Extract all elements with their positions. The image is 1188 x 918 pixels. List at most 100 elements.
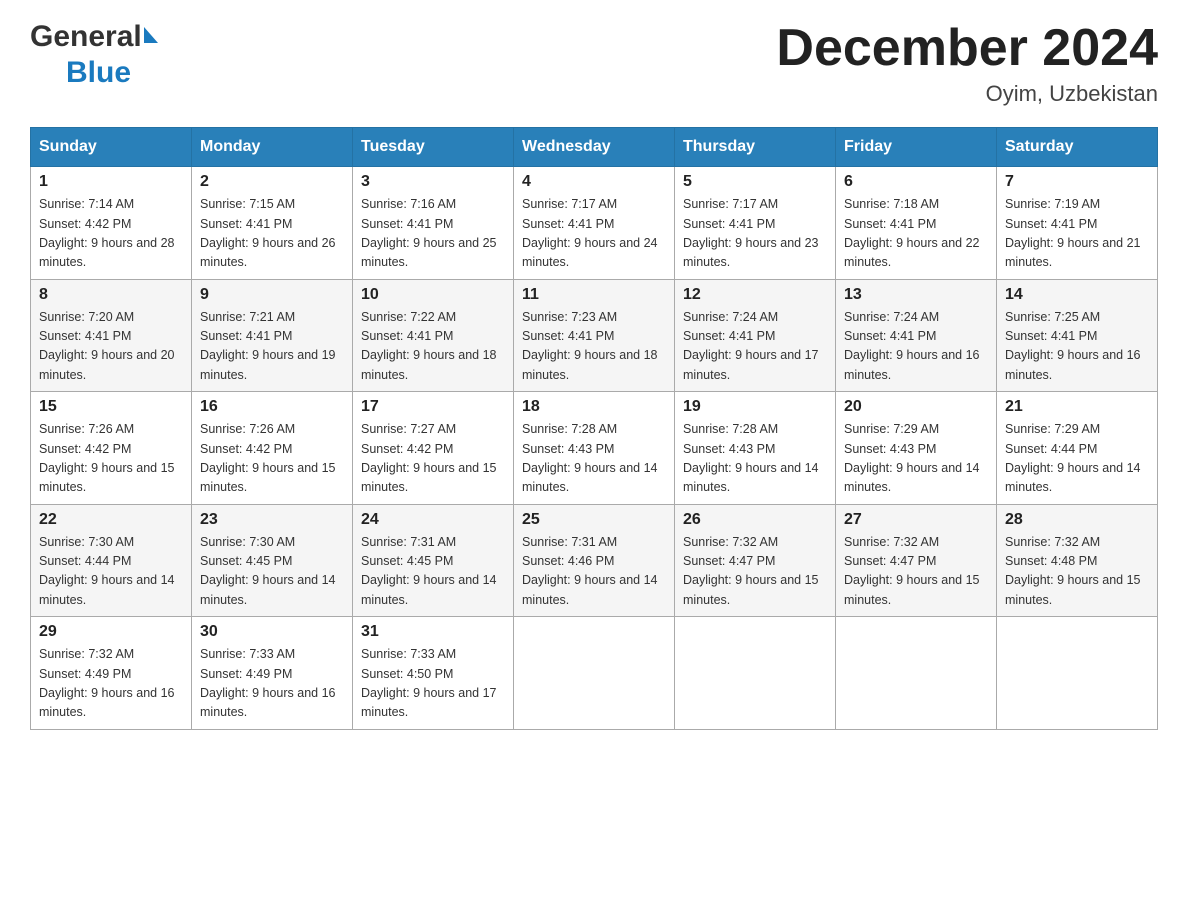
calendar-cell: 1 Sunrise: 7:14 AMSunset: 4:42 PMDaylight… (31, 167, 192, 280)
day-info: Sunrise: 7:17 AMSunset: 4:41 PMDaylight:… (522, 195, 666, 273)
day-number: 25 (522, 511, 666, 529)
day-number: 6 (844, 173, 988, 191)
logo-blue-text: Blue (30, 56, 131, 90)
day-info: Sunrise: 7:21 AMSunset: 4:41 PMDaylight:… (200, 308, 344, 386)
day-number: 15 (39, 398, 183, 416)
day-number: 13 (844, 286, 988, 304)
day-number: 2 (200, 173, 344, 191)
day-number: 8 (39, 286, 183, 304)
calendar-cell: 11 Sunrise: 7:23 AMSunset: 4:41 PMDayligh… (514, 279, 675, 392)
day-number: 28 (1005, 511, 1149, 529)
weekday-header-row: SundayMondayTuesdayWednesdayThursdayFrid… (31, 128, 1158, 167)
day-info: Sunrise: 7:32 AMSunset: 4:48 PMDaylight:… (1005, 533, 1149, 611)
calendar-cell: 6 Sunrise: 7:18 AMSunset: 4:41 PMDaylight… (836, 167, 997, 280)
calendar-cell: 30 Sunrise: 7:33 AMSunset: 4:49 PMDayligh… (192, 617, 353, 730)
calendar-cell: 29Sunrise: 7:32 AMSunset: 4:49 PMDayligh… (31, 617, 192, 730)
logo: General Blue (30, 20, 158, 90)
calendar-cell: 5 Sunrise: 7:17 AMSunset: 4:41 PMDaylight… (675, 167, 836, 280)
calendar-cell: 10 Sunrise: 7:22 AMSunset: 4:41 PMDayligh… (353, 279, 514, 392)
day-info: Sunrise: 7:24 AMSunset: 4:41 PMDaylight:… (683, 308, 827, 386)
day-number: 18 (522, 398, 666, 416)
calendar-cell: 4 Sunrise: 7:17 AMSunset: 4:41 PMDaylight… (514, 167, 675, 280)
calendar-cell: 14 Sunrise: 7:25 AMSunset: 4:41 PMDayligh… (997, 279, 1158, 392)
day-info: Sunrise: 7:23 AMSunset: 4:41 PMDaylight:… (522, 308, 666, 386)
day-info: Sunrise: 7:33 AMSunset: 4:50 PMDaylight:… (361, 645, 505, 723)
weekday-header-friday: Friday (836, 128, 997, 167)
weekday-header-saturday: Saturday (997, 128, 1158, 167)
logo-arrow-icon (144, 27, 158, 43)
calendar-cell: 19Sunrise: 7:28 AMSunset: 4:43 PMDayligh… (675, 392, 836, 505)
calendar-week-row: 15 Sunrise: 7:26 AMSunset: 4:42 PMDayligh… (31, 392, 1158, 505)
calendar-cell: 2 Sunrise: 7:15 AMSunset: 4:41 PMDaylight… (192, 167, 353, 280)
day-number: 16 (200, 398, 344, 416)
weekday-header-sunday: Sunday (31, 128, 192, 167)
day-info: Sunrise: 7:32 AMSunset: 4:49 PMDaylight:… (39, 645, 183, 723)
location-label: Oyim, Uzbekistan (776, 81, 1158, 107)
day-number: 30 (200, 623, 344, 641)
weekday-header-tuesday: Tuesday (353, 128, 514, 167)
day-info: Sunrise: 7:31 AMSunset: 4:46 PMDaylight:… (522, 533, 666, 611)
day-number: 3 (361, 173, 505, 191)
calendar-cell: 12 Sunrise: 7:24 AMSunset: 4:41 PMDayligh… (675, 279, 836, 392)
day-number: 20 (844, 398, 988, 416)
day-number: 23 (200, 511, 344, 529)
weekday-header-thursday: Thursday (675, 128, 836, 167)
day-number: 12 (683, 286, 827, 304)
day-number: 1 (39, 173, 183, 191)
day-info: Sunrise: 7:25 AMSunset: 4:41 PMDaylight:… (1005, 308, 1149, 386)
calendar-week-row: 29Sunrise: 7:32 AMSunset: 4:49 PMDayligh… (31, 617, 1158, 730)
calendar-cell: 15 Sunrise: 7:26 AMSunset: 4:42 PMDayligh… (31, 392, 192, 505)
calendar-cell: 7Sunrise: 7:19 AMSunset: 4:41 PMDaylight… (997, 167, 1158, 280)
day-info: Sunrise: 7:26 AMSunset: 4:42 PMDaylight:… (39, 420, 183, 498)
weekday-header-wednesday: Wednesday (514, 128, 675, 167)
day-number: 14 (1005, 286, 1149, 304)
calendar-cell (997, 617, 1158, 730)
day-info: Sunrise: 7:32 AMSunset: 4:47 PMDaylight:… (844, 533, 988, 611)
month-title: December 2024 (776, 20, 1158, 77)
title-area: December 2024 Oyim, Uzbekistan (776, 20, 1158, 107)
calendar-cell: 20 Sunrise: 7:29 AMSunset: 4:43 PMDayligh… (836, 392, 997, 505)
calendar-cell: 13 Sunrise: 7:24 AMSunset: 4:41 PMDayligh… (836, 279, 997, 392)
day-info: Sunrise: 7:14 AMSunset: 4:42 PMDaylight:… (39, 195, 183, 273)
day-number: 9 (200, 286, 344, 304)
day-number: 5 (683, 173, 827, 191)
calendar-cell: 3Sunrise: 7:16 AMSunset: 4:41 PMDaylight… (353, 167, 514, 280)
day-info: Sunrise: 7:33 AMSunset: 4:49 PMDaylight:… (200, 645, 344, 723)
day-info: Sunrise: 7:20 AMSunset: 4:41 PMDaylight:… (39, 308, 183, 386)
calendar-week-row: 22Sunrise: 7:30 AMSunset: 4:44 PMDayligh… (31, 504, 1158, 617)
calendar-week-row: 8 Sunrise: 7:20 AMSunset: 4:41 PMDaylight… (31, 279, 1158, 392)
day-info: Sunrise: 7:17 AMSunset: 4:41 PMDaylight:… (683, 195, 827, 273)
calendar-cell: 18Sunrise: 7:28 AMSunset: 4:43 PMDayligh… (514, 392, 675, 505)
day-number: 21 (1005, 398, 1149, 416)
calendar-cell: 26 Sunrise: 7:32 AMSunset: 4:47 PMDayligh… (675, 504, 836, 617)
calendar-cell: 16 Sunrise: 7:26 AMSunset: 4:42 PMDayligh… (192, 392, 353, 505)
day-number: 19 (683, 398, 827, 416)
day-info: Sunrise: 7:19 AMSunset: 4:41 PMDaylight:… (1005, 195, 1149, 273)
calendar-cell: 21 Sunrise: 7:29 AMSunset: 4:44 PMDayligh… (997, 392, 1158, 505)
calendar-cell (675, 617, 836, 730)
day-number: 4 (522, 173, 666, 191)
calendar-cell: 9 Sunrise: 7:21 AMSunset: 4:41 PMDaylight… (192, 279, 353, 392)
weekday-header-monday: Monday (192, 128, 353, 167)
day-info: Sunrise: 7:26 AMSunset: 4:42 PMDaylight:… (200, 420, 344, 498)
day-info: Sunrise: 7:18 AMSunset: 4:41 PMDaylight:… (844, 195, 988, 273)
calendar-cell: 27Sunrise: 7:32 AMSunset: 4:47 PMDayligh… (836, 504, 997, 617)
day-info: Sunrise: 7:15 AMSunset: 4:41 PMDaylight:… (200, 195, 344, 273)
day-info: Sunrise: 7:31 AMSunset: 4:45 PMDaylight:… (361, 533, 505, 611)
day-number: 24 (361, 511, 505, 529)
calendar-cell: 8 Sunrise: 7:20 AMSunset: 4:41 PMDaylight… (31, 279, 192, 392)
day-info: Sunrise: 7:29 AMSunset: 4:44 PMDaylight:… (1005, 420, 1149, 498)
day-info: Sunrise: 7:29 AMSunset: 4:43 PMDaylight:… (844, 420, 988, 498)
logo-general-text: General (30, 20, 142, 54)
day-info: Sunrise: 7:22 AMSunset: 4:41 PMDaylight:… (361, 308, 505, 386)
day-number: 11 (522, 286, 666, 304)
day-number: 10 (361, 286, 505, 304)
day-info: Sunrise: 7:32 AMSunset: 4:47 PMDaylight:… (683, 533, 827, 611)
calendar-week-row: 1 Sunrise: 7:14 AMSunset: 4:42 PMDaylight… (31, 167, 1158, 280)
calendar-cell: 22Sunrise: 7:30 AMSunset: 4:44 PMDayligh… (31, 504, 192, 617)
day-number: 26 (683, 511, 827, 529)
day-number: 31 (361, 623, 505, 641)
day-info: Sunrise: 7:24 AMSunset: 4:41 PMDaylight:… (844, 308, 988, 386)
calendar-cell: 17Sunrise: 7:27 AMSunset: 4:42 PMDayligh… (353, 392, 514, 505)
calendar-cell: 24 Sunrise: 7:31 AMSunset: 4:45 PMDayligh… (353, 504, 514, 617)
